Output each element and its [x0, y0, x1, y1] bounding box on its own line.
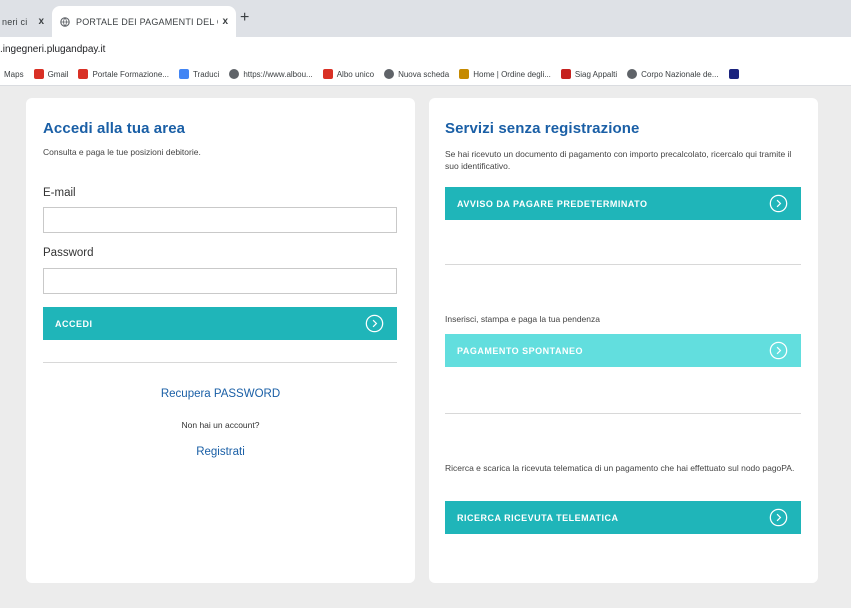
bookmark-label: https://www.albou...	[243, 69, 313, 79]
ricevuta-description: Ricerca e scarica la ricevuta telematica…	[445, 463, 795, 473]
recover-password-link[interactable]: Recupera PASSWORD	[26, 388, 415, 400]
tab-title: PORTALE DEI PAGAMENTI DEL C	[76, 16, 219, 27]
services-intro: Se hai ricevuto un documento di pagament…	[445, 149, 792, 171]
browser-tab-previous[interactable]: neri ci x	[0, 6, 52, 37]
ordine-icon	[459, 69, 470, 79]
ricerca-ricevuta-button[interactable]: RICERCA RICEVUTA TELEMATICA	[445, 501, 801, 534]
browser-tab-strip: neri ci x PORTALE DEI PAGAMENTI DEL C x …	[0, 0, 851, 37]
bookmark-item[interactable]: Nuova scheda	[384, 69, 449, 79]
bookmark-label: Portale Formazione...	[92, 69, 169, 79]
siag-icon	[560, 69, 571, 79]
globe-icon	[627, 69, 638, 79]
bookmark-label: Corpo Nazionale de...	[641, 69, 719, 79]
address-bar[interactable]: .ingegneri.plugandpay.it	[0, 37, 851, 63]
url-text[interactable]: .ingegneri.plugandpay.it	[0, 44, 105, 55]
browser-tab-active[interactable]: PORTALE DEI PAGAMENTI DEL C x	[52, 6, 236, 37]
bookmarks-bar: Maps Gmail Portale Formazione... Traduci htt…	[0, 63, 851, 86]
login-title: Accedi alla tua area	[43, 120, 186, 137]
login-button-label: ACCEDI	[55, 318, 93, 329]
bookmark-item[interactable]	[728, 69, 743, 79]
chevron-right-circle-icon	[365, 314, 384, 333]
bookmark-item[interactable]: Traduci	[178, 69, 220, 79]
spontaneo-button-label: PAGAMENTO SPONTANEO	[457, 345, 584, 356]
bookmark-label: Maps	[4, 69, 24, 79]
spontaneo-description: Inserisci, stampa e paga la tua pendenza	[445, 314, 600, 324]
bookmark-label: Gmail	[47, 69, 69, 79]
globe-icon	[60, 16, 70, 27]
bookmark-label: Nuova scheda	[398, 69, 450, 79]
divider	[445, 264, 801, 265]
gmail-icon	[33, 69, 44, 79]
bookmark-item[interactable]: Corpo Nazionale de...	[627, 69, 719, 79]
avviso-button[interactable]: AVVISO DA PAGARE PREDETERMINATO	[445, 187, 801, 220]
register-link[interactable]: Registrati	[26, 446, 415, 458]
login-card: Accedi alla tua area Consulta e paga le …	[26, 98, 415, 583]
bookmark-item[interactable]: Albo unico	[322, 69, 375, 79]
email-field[interactable]	[43, 207, 397, 233]
formazione-icon	[78, 69, 89, 79]
ricevuta-button-label: RICERCA RICEVUTA TELEMATICA	[457, 512, 619, 523]
globe-icon	[384, 69, 395, 79]
bookmark-label: Traduci	[192, 69, 220, 79]
password-field[interactable]	[43, 268, 397, 294]
bookmark-item[interactable]: Home | Ordine degli...	[459, 69, 551, 79]
divider	[445, 413, 801, 414]
new-tab-button[interactable]: +	[240, 10, 249, 26]
login-subtitle: Consulta e paga le tue posizioni debitor…	[43, 147, 201, 157]
password-label: Password	[43, 247, 94, 259]
services-title: Servizi senza registrazione	[445, 120, 640, 137]
bookmark-label: Albo unico	[336, 69, 375, 79]
tab-title: neri ci	[2, 16, 28, 27]
bookmark-item[interactable]: https://www.albou...	[229, 69, 313, 79]
login-button[interactable]: ACCEDI	[43, 307, 397, 340]
tab-close-icon[interactable]: x	[38, 16, 44, 27]
avviso-button-label: AVVISO DA PAGARE PREDETERMINATO	[457, 198, 648, 209]
bookmark-item[interactable]: Portale Formazione...	[78, 69, 169, 79]
bookmark-item[interactable]: Maps	[4, 69, 24, 79]
bookmark-item[interactable]: Siag Appalti	[560, 69, 618, 79]
chevron-right-circle-icon	[769, 508, 788, 527]
bookmark-label: Home | Ordine degli...	[473, 69, 551, 79]
email-label: E-mail	[43, 187, 76, 199]
bookmark-label: Siag Appalti	[574, 69, 618, 79]
services-card: Servizi senza registrazione Se hai ricev…	[429, 98, 818, 583]
bookmark-item[interactable]: Gmail	[33, 69, 69, 79]
albo-icon	[322, 69, 333, 79]
translate-icon	[178, 69, 189, 79]
globe-icon	[229, 69, 240, 79]
no-account-text: Non hai un account?	[181, 420, 260, 430]
chevron-right-circle-icon	[769, 341, 788, 360]
bookmark-app-icon	[728, 69, 739, 79]
divider	[43, 362, 397, 363]
pagamento-spontaneo-button[interactable]: PAGAMENTO SPONTANEO	[445, 334, 801, 367]
chevron-right-circle-icon	[769, 194, 788, 213]
tab-close-icon[interactable]: x	[222, 16, 228, 27]
